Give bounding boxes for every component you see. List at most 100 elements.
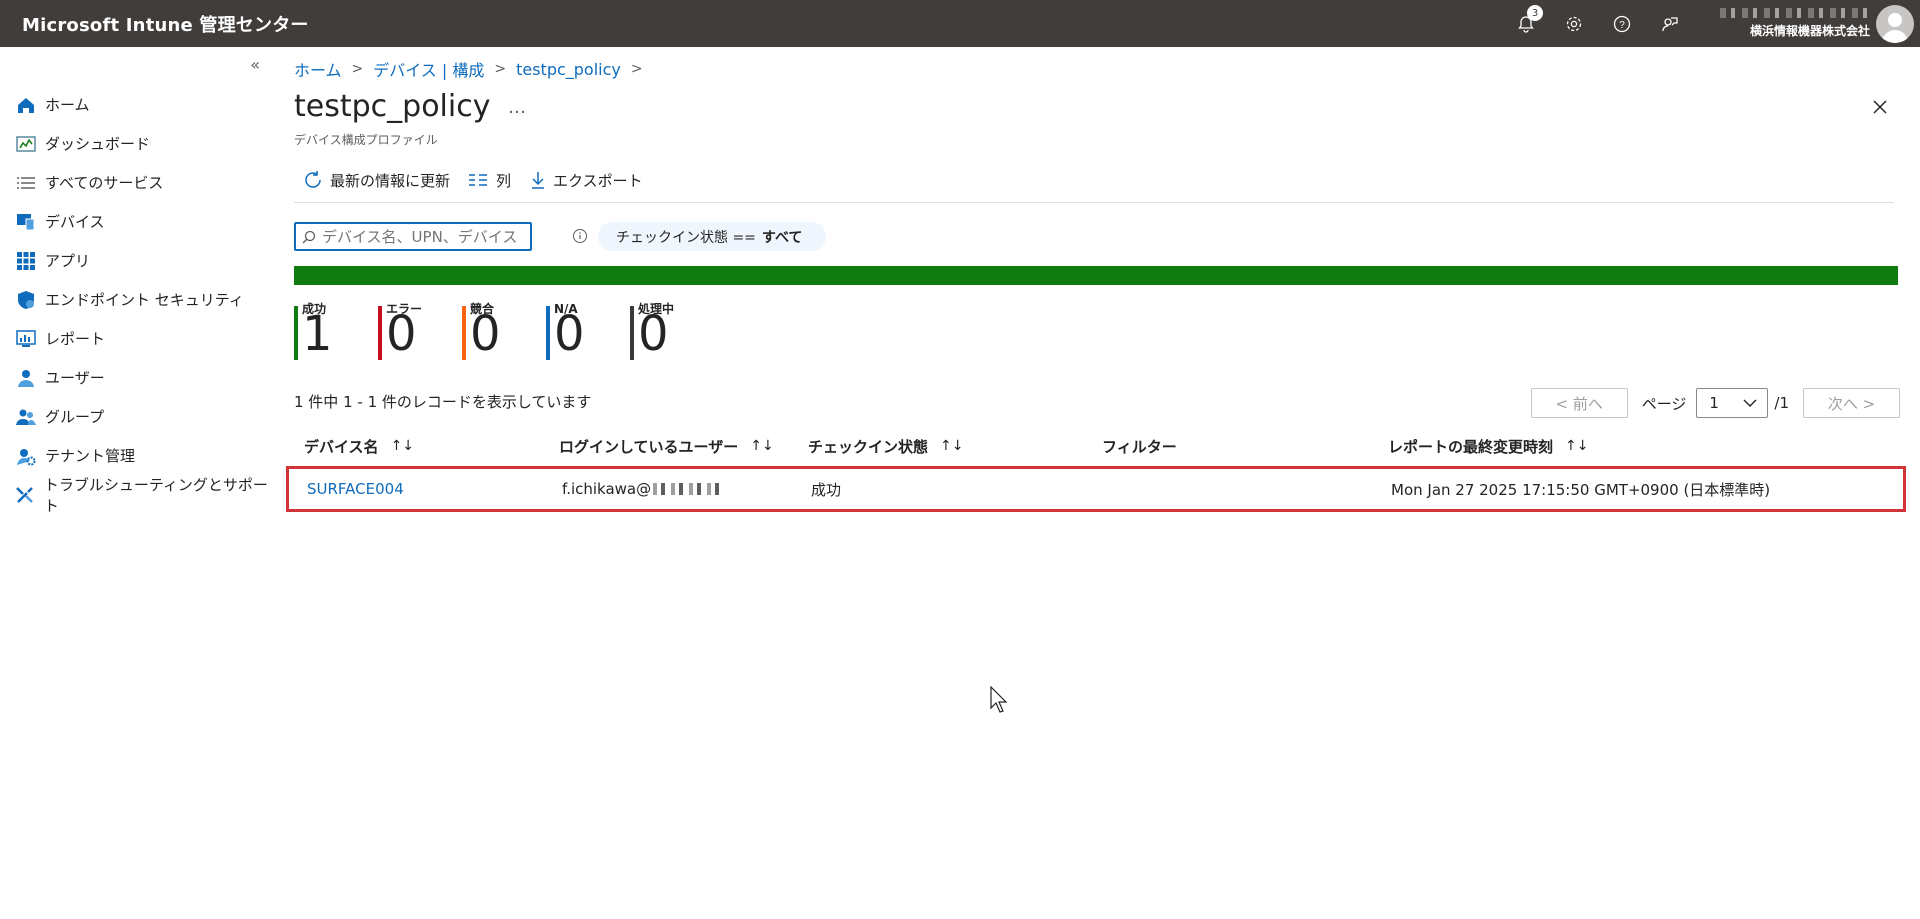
sidebar-item-home[interactable]: ホーム [0, 85, 270, 124]
group-icon [15, 406, 37, 428]
column-header-device[interactable]: デバイス名 ↑↓ [294, 436, 549, 457]
dashboard-icon [15, 133, 37, 155]
search-icon [302, 230, 316, 243]
mouse-cursor-icon [990, 686, 1008, 713]
sidebar-item-dashboard[interactable]: ダッシュボード [0, 124, 270, 163]
sidebar-collapse-button[interactable]: « [250, 55, 260, 74]
page-total: /1 [1774, 394, 1789, 412]
status-progress-bar [294, 266, 1898, 285]
user-value: f.ichikawa@ [562, 480, 652, 498]
cell-modified: Mon Jan 27 2025 17:15:50 GMT+0900 (日本標準時… [1391, 480, 1771, 499]
summary-in-progress[interactable]: 処理中 0 [630, 302, 714, 360]
summary-value: 0 [470, 306, 501, 362]
summary-color-bar [378, 306, 382, 360]
export-button[interactable]: エクスポート [529, 170, 643, 191]
columns-label: 列 [496, 171, 512, 190]
info-icon[interactable] [572, 228, 588, 248]
column-header-filter[interactable]: フィルター [1092, 436, 1378, 457]
download-icon [532, 172, 545, 189]
chevron-down-icon [1743, 399, 1757, 407]
help-icon: ? [1613, 15, 1631, 32]
sidebar-item-label: ユーザー [45, 369, 105, 387]
columns-icon [469, 174, 488, 186]
sort-icon[interactable]: ↑↓ [391, 438, 414, 454]
chevron-right-icon: > [351, 61, 364, 77]
refresh-button[interactable]: 最新の情報に更新 [302, 169, 450, 191]
user-avatar-icon [1881, 12, 1909, 43]
sidebar-nav: ホーム ダッシュボード すべてのサービス デバイス アプリ エンドポイント セキ… [0, 85, 270, 515]
sidebar: « ホーム ダッシュボード すべてのサービス デバイス アプリ エンドポイント … [0, 47, 270, 919]
summary-value: 1 [302, 306, 333, 362]
page-select[interactable]: 1 [1696, 388, 1769, 418]
summary-value: 0 [638, 306, 669, 362]
main-content: ホーム > デバイス | 構成 > testpc_policy > testpc… [270, 47, 1920, 919]
filter-label: チェックイン状態 == [616, 229, 756, 246]
search-box[interactable] [294, 222, 532, 251]
column-header-modified[interactable]: レポートの最終変更時刻 ↑↓ [1378, 436, 1898, 457]
pager: < 前へ ページ 1 /1 次へ > [1530, 388, 1900, 418]
next-page-button[interactable]: 次へ > [1803, 388, 1900, 418]
sidebar-item-devices[interactable]: デバイス [0, 202, 270, 241]
wrench-icon [15, 484, 36, 506]
chevron-right-icon: > [630, 61, 643, 77]
cell-user: f.ichikawa@ [552, 480, 801, 498]
account-email-redacted [1720, 8, 1870, 18]
top-bar-actions: 3 ? 横浜情報機器株式会社 [1502, 0, 1920, 47]
summary-not-applicable[interactable]: N/A 0 [546, 302, 630, 360]
sidebar-item-label: ホーム [45, 96, 90, 114]
sidebar-item-users[interactable]: ユーザー [0, 358, 270, 397]
app-title[interactable]: Microsoft Intune 管理センター [22, 11, 309, 37]
sidebar-item-tenant-admin[interactable]: テナント管理 [0, 436, 270, 475]
close-icon [1873, 100, 1887, 114]
sidebar-item-apps[interactable]: アプリ [0, 241, 270, 280]
feedback-button[interactable] [1646, 0, 1694, 47]
sidebar-item-label: すべてのサービス [45, 174, 164, 192]
notification-badge: 3 [1527, 5, 1543, 21]
search-input[interactable] [322, 227, 522, 246]
account-org: 横浜情報機器株式会社 [1749, 24, 1870, 38]
summary-value: 0 [554, 306, 585, 362]
sort-icon[interactable]: ↑↓ [1565, 438, 1588, 454]
column-label: レポートの最終変更時刻 [1388, 437, 1554, 456]
sidebar-item-endpoint-security[interactable]: エンドポイント セキュリティ [0, 280, 270, 319]
breadcrumb-policy[interactable]: testpc_policy [516, 60, 621, 79]
sidebar-item-label: アプリ [45, 252, 91, 270]
columns-button[interactable]: 列 [468, 170, 511, 191]
sort-icon[interactable]: ↑↓ [940, 438, 963, 454]
column-header-user[interactable]: ログインしているユーザー ↑↓ [549, 436, 798, 457]
report-icon [15, 328, 37, 350]
summary-error[interactable]: エラー 0 [378, 302, 462, 360]
notifications-button[interactable]: 3 [1502, 0, 1550, 47]
table-header: デバイス名 ↑↓ ログインしているユーザー ↑↓ チェックイン状態 ↑↓ フィルター … [294, 426, 1898, 466]
close-button[interactable] [1868, 95, 1892, 119]
sidebar-item-label: エンドポイント セキュリティ [45, 291, 244, 309]
settings-button[interactable] [1550, 0, 1598, 47]
help-button[interactable]: ? [1598, 0, 1646, 47]
summary-color-bar [630, 306, 634, 360]
summary-success[interactable]: 成功 1 [294, 302, 378, 360]
table-row[interactable]: SURFACE004 f.ichikawa@ 成功 Mon Jan 27 202… [286, 466, 1906, 512]
page-select-value: 1 [1709, 394, 1719, 412]
breadcrumb-devices-config[interactable]: デバイス | 構成 [373, 57, 484, 81]
more-options-button[interactable]: … [508, 97, 526, 118]
svg-text:?: ? [1619, 20, 1625, 31]
sidebar-item-reports[interactable]: レポート [0, 319, 270, 358]
prev-page-button[interactable]: < 前へ [1530, 388, 1628, 418]
sidebar-item-groups[interactable]: グループ [0, 397, 270, 436]
column-header-checkin[interactable]: チェックイン状態 ↑↓ [798, 436, 1092, 457]
chevron-right-icon: > [494, 61, 507, 77]
breadcrumb-home[interactable]: ホーム [294, 57, 342, 81]
home-icon [15, 94, 37, 116]
summary-conflict[interactable]: 競合 0 [462, 302, 546, 360]
list-icon [15, 172, 37, 194]
sidebar-item-troubleshooting[interactable]: トラブルシューティングとサポート [0, 475, 270, 515]
checkin-status-filter[interactable]: チェックイン状態 == すべて [598, 222, 827, 251]
device-link[interactable]: SURFACE004 [307, 480, 404, 498]
sidebar-item-label: ダッシュボード [45, 135, 151, 153]
avatar[interactable] [1876, 4, 1914, 43]
export-label: エクスポート [553, 171, 643, 190]
sort-icon[interactable]: ↑↓ [750, 438, 773, 454]
page-title: testpc_policy [294, 89, 491, 124]
account-info[interactable]: 横浜情報機器株式会社 [1720, 8, 1870, 39]
sidebar-item-all-services[interactable]: すべてのサービス [0, 163, 270, 202]
